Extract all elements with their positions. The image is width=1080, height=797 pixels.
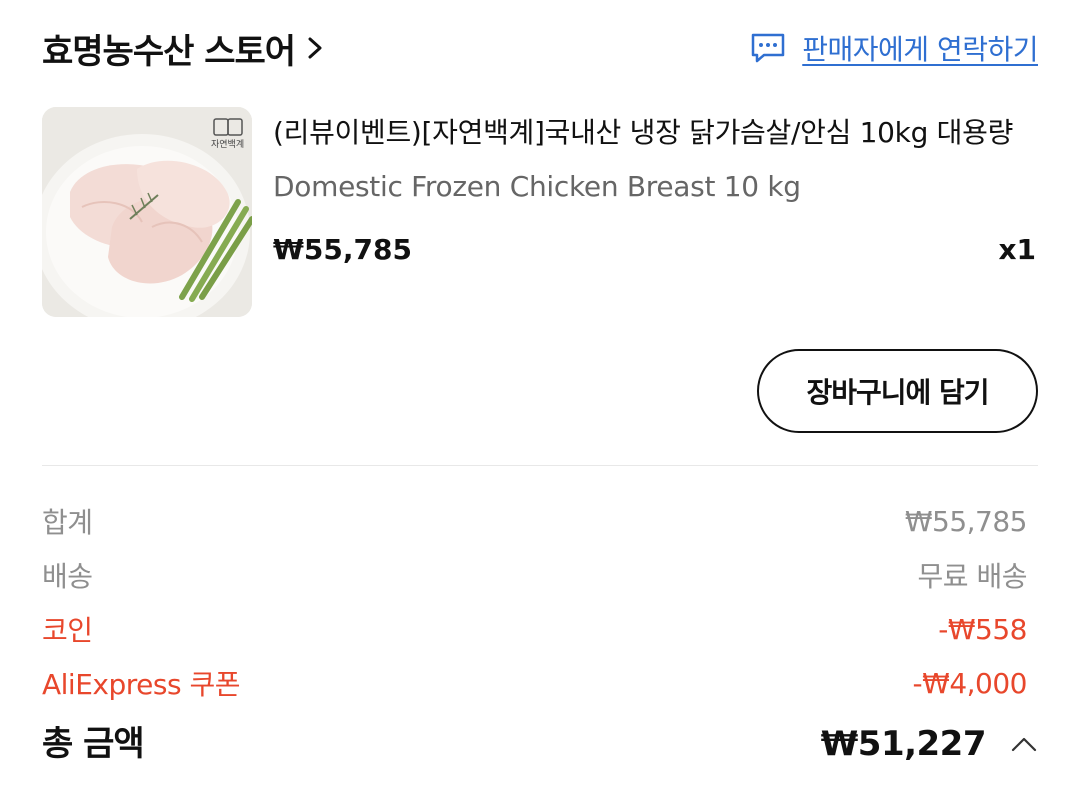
- subtotal-label: 합계: [42, 506, 93, 539]
- chevron-right-icon[interactable]: [307, 37, 323, 59]
- coupon-label: AliExpress 쿠폰: [42, 668, 240, 701]
- add-to-cart-button[interactable]: 장바구니에 담기: [757, 349, 1038, 433]
- total-row: 총 금액 ₩51,227: [42, 718, 1038, 770]
- store-name[interactable]: 효명농수산 스토어: [42, 24, 296, 73]
- summary-row-subtotal: 합계 ₩55,785: [42, 501, 1028, 541]
- product-item[interactable]: 자연백계 (리뷰이벤트)[자연백계]국내산 냉장 닭가슴살/안심 10kg 대용…: [42, 107, 1038, 319]
- shipping-label: 배송: [42, 560, 93, 593]
- total-toggle[interactable]: ₩51,227: [821, 718, 1038, 770]
- contact-seller-link[interactable]: 판매자에게 연락하기: [750, 22, 1038, 74]
- summary-row-coupon: AliExpress 쿠폰 -₩4,000: [42, 663, 1028, 703]
- contact-seller-label[interactable]: 판매자에게 연락하기: [802, 28, 1038, 68]
- product-subtitle: Domestic Frozen Chicken Breast 10 kg: [273, 170, 801, 203]
- summary-row-shipping: 배송 무료 배송: [42, 555, 1028, 595]
- coins-value: -₩558: [938, 612, 1027, 646]
- divider: [42, 465, 1038, 466]
- brand-badge-text: 자연백계: [211, 138, 244, 150]
- product-price: ₩55,785: [273, 233, 412, 266]
- coins-label: 코인: [42, 614, 93, 647]
- total-label: 총 금액: [42, 724, 145, 764]
- summary-row-coins: 코인 -₩558: [42, 609, 1027, 649]
- chevron-up-icon[interactable]: [1010, 735, 1038, 753]
- chat-icon[interactable]: [750, 32, 786, 64]
- product-title[interactable]: (리뷰이벤트)[자연백계]국내산 냉장 닭가슴살/안심 10kg 대용량: [273, 111, 1038, 155]
- coupon-value: -₩4,000: [912, 666, 1028, 700]
- store-link[interactable]: 효명농수산 스토어: [42, 22, 323, 74]
- subtotal-value: ₩55,785: [904, 504, 1028, 538]
- total-value[interactable]: ₩51,227: [821, 724, 987, 764]
- product-quantity: x1: [998, 233, 1036, 266]
- product-image[interactable]: 자연백계: [42, 107, 252, 317]
- store-header: 효명농수산 스토어 판매자에게 연락하기: [42, 22, 1038, 74]
- shipping-value: 무료 배송: [917, 560, 1028, 593]
